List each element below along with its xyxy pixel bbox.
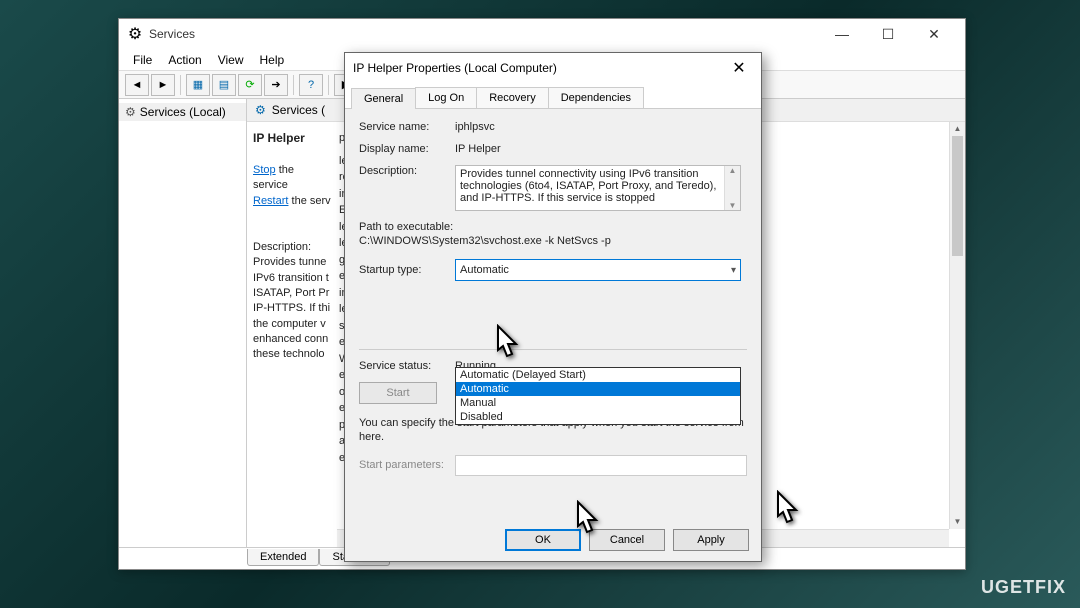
services-icon: ⚙ <box>127 26 143 42</box>
tree-root-label: Services (Local) <box>140 105 226 119</box>
show-hide-button[interactable]: ▦ <box>186 74 210 96</box>
scroll-up-icon[interactable]: ▲ <box>950 122 965 136</box>
detail-pane: IP Helper Stop the service Restart the s… <box>247 122 337 547</box>
back-button[interactable]: ◄ <box>125 74 149 96</box>
restart-link[interactable]: Restart <box>253 195 288 207</box>
service-status-label: Service status: <box>359 360 455 372</box>
path-label: Path to executable: <box>359 221 747 233</box>
description-text: Provides tunne IPv6 transition t ISATAP,… <box>253 256 330 360</box>
tree-root-item[interactable]: ⚙ Services (Local) <box>119 103 246 121</box>
startup-dropdown[interactable]: Automatic (Delayed Start) Automatic Manu… <box>455 367 741 425</box>
ok-button[interactable]: OK <box>505 529 581 551</box>
properties-dialog: IP Helper Properties (Local Computer) ✕ … <box>344 52 762 562</box>
menu-view[interactable]: View <box>210 51 252 69</box>
menu-action[interactable]: Action <box>160 51 209 69</box>
vertical-scrollbar[interactable]: ▲ ▼ <box>949 122 965 529</box>
description-label: Description: <box>253 241 311 253</box>
dialog-tabs: General Log On Recovery Dependencies <box>345 83 761 109</box>
window-title: Services <box>149 27 819 41</box>
path-value: C:\WINDOWS\System32\svchost.exe -k NetSv… <box>359 235 747 247</box>
maximize-button[interactable]: ☐ <box>865 19 911 49</box>
desc-scrollbar[interactable]: ▲▼ <box>724 166 740 210</box>
option-delayed[interactable]: Automatic (Delayed Start) <box>456 368 740 382</box>
dialog-body: Service name: iphlpsvc Display name: IP … <box>345 109 761 488</box>
option-disabled[interactable]: Disabled <box>456 410 740 424</box>
right-header-label: Services ( <box>272 103 325 117</box>
dialog-title: IP Helper Properties (Local Computer) <box>353 61 725 75</box>
startup-type-label: Startup type: <box>359 264 455 276</box>
start-parameters-label: Start parameters: <box>359 459 455 471</box>
tab-recovery[interactable]: Recovery <box>476 87 548 108</box>
chevron-down-icon: ▾ <box>731 265 736 276</box>
service-name-label: Service name: <box>359 121 455 133</box>
dialog-titlebar: IP Helper Properties (Local Computer) ✕ <box>345 53 761 83</box>
cancel-button[interactable]: Cancel <box>589 529 665 551</box>
tab-general[interactable]: General <box>351 88 416 109</box>
gear-icon: ⚙ <box>255 103 266 117</box>
tab-dependencies[interactable]: Dependencies <box>548 87 644 108</box>
display-name-value: IP Helper <box>455 143 747 155</box>
apply-button[interactable]: Apply <box>673 529 749 551</box>
tab-extended[interactable]: Extended <box>247 549 319 566</box>
help-button[interactable]: ? <box>299 74 323 96</box>
description-label: Description: <box>359 165 455 177</box>
start-parameters-input <box>455 455 747 476</box>
close-button[interactable]: ✕ <box>911 19 957 49</box>
gear-icon: ⚙ <box>125 105 136 119</box>
stop-link[interactable]: Stop <box>253 164 276 176</box>
tree-pane: ⚙ Services (Local) <box>119 99 247 547</box>
option-manual[interactable]: Manual <box>456 396 740 410</box>
watermark: UGETFIX <box>981 577 1066 598</box>
tab-logon[interactable]: Log On <box>415 87 477 108</box>
refresh-button[interactable]: ⟳ <box>238 74 262 96</box>
description-box: Provides tunnel connectivity using IPv6 … <box>455 165 741 211</box>
scroll-thumb[interactable] <box>952 136 963 256</box>
display-name-label: Display name: <box>359 143 455 155</box>
menu-file[interactable]: File <box>125 51 160 69</box>
start-button: Start <box>359 382 437 404</box>
titlebar: ⚙ Services — ☐ ✕ <box>119 19 965 49</box>
menu-help[interactable]: Help <box>252 51 293 69</box>
selected-service-title: IP Helper <box>253 131 305 145</box>
dialog-close-button[interactable]: ✕ <box>725 54 753 82</box>
startup-selected-value: Automatic <box>460 264 509 276</box>
export-button[interactable]: ➔ <box>264 74 288 96</box>
forward-button[interactable]: ► <box>151 74 175 96</box>
minimize-button[interactable]: — <box>819 19 865 49</box>
scroll-down-icon[interactable]: ▼ <box>950 515 965 529</box>
startup-type-select[interactable]: Automatic ▾ <box>455 259 741 281</box>
service-name-value: iphlpsvc <box>455 121 747 133</box>
properties-button[interactable]: ▤ <box>212 74 236 96</box>
option-automatic[interactable]: Automatic <box>456 382 740 396</box>
